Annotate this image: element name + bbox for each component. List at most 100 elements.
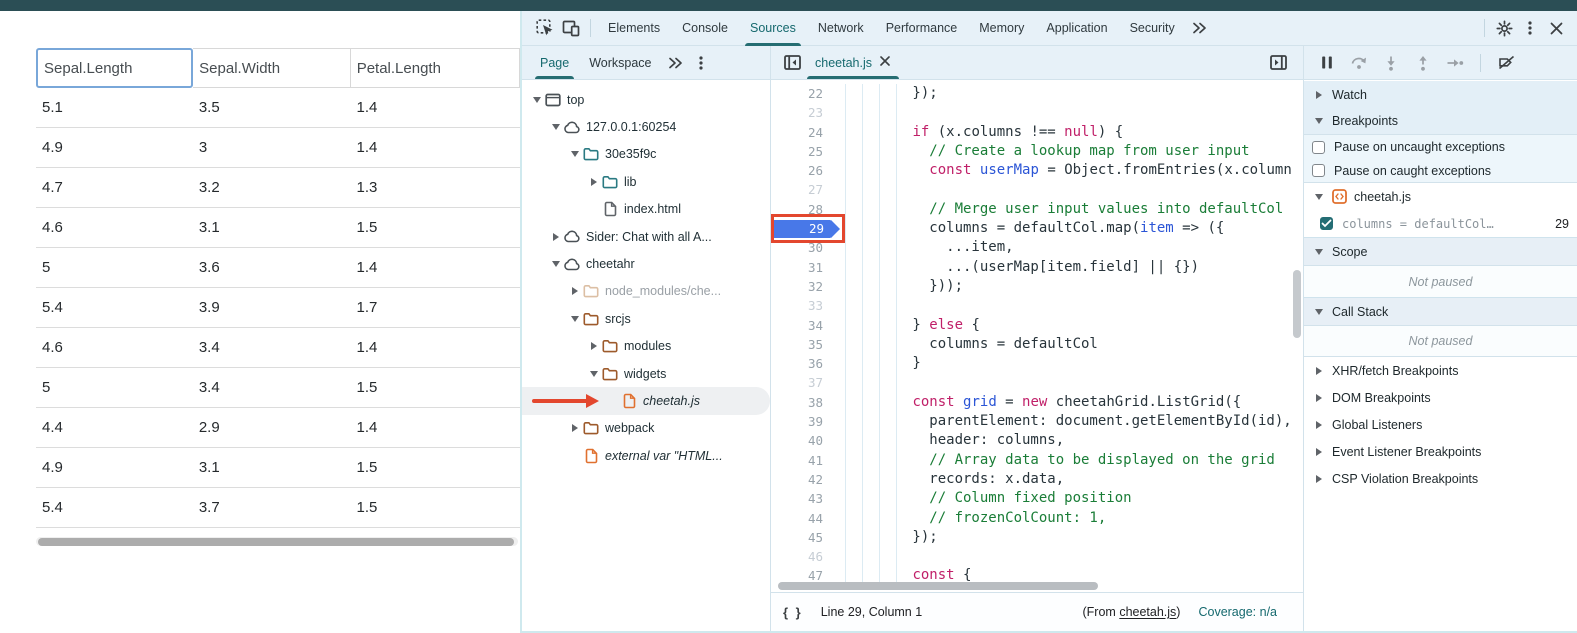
chevron-down-icon[interactable] bbox=[568, 316, 581, 322]
table-cell[interactable]: 5 bbox=[36, 368, 193, 408]
more-nav-tabs-icon[interactable] bbox=[662, 50, 688, 76]
tab-memory[interactable]: Memory bbox=[968, 11, 1035, 46]
chevron-down-icon[interactable] bbox=[549, 261, 562, 267]
table-cell[interactable]: 3.4 bbox=[193, 328, 351, 368]
chevron-down-icon[interactable] bbox=[549, 124, 562, 130]
checkbox[interactable] bbox=[1320, 217, 1333, 230]
chevron-right-icon[interactable] bbox=[549, 233, 562, 241]
tab-elements[interactable]: Elements bbox=[597, 11, 671, 46]
checkbox[interactable] bbox=[1312, 141, 1325, 154]
table-cell[interactable]: 1.5 bbox=[351, 208, 520, 248]
table-cell[interactable]: 1.4 bbox=[351, 128, 520, 168]
close-devtools-icon[interactable] bbox=[1543, 15, 1569, 41]
navigator-menu-icon[interactable] bbox=[688, 50, 714, 76]
code-line[interactable]: if (x.columns !== null) { bbox=[771, 123, 1303, 142]
chevron-down-icon[interactable] bbox=[1312, 194, 1325, 200]
table-cell[interactable]: 1.5 bbox=[351, 448, 520, 488]
file-tab-cheetah-js[interactable]: cheetah.js bbox=[805, 46, 901, 79]
tree-item-node-modules-che[interactable]: node_modules/che... bbox=[522, 278, 770, 305]
code-line[interactable]: }); bbox=[771, 528, 1303, 547]
chevron-right-icon[interactable] bbox=[568, 424, 581, 432]
code-line[interactable] bbox=[771, 180, 1303, 199]
nav-tab-workspace[interactable]: Workspace bbox=[579, 46, 661, 79]
sidebar-section-watch[interactable]: Watch bbox=[1304, 81, 1577, 108]
show-debugger-sidebar-icon[interactable] bbox=[1265, 50, 1291, 76]
table-cell[interactable]: 3.2 bbox=[193, 168, 351, 208]
code-line[interactable]: const userMap = Object.fromEntries(x.col… bbox=[771, 161, 1303, 180]
more-options-icon[interactable] bbox=[1517, 15, 1543, 41]
code-line[interactable]: })); bbox=[771, 277, 1303, 296]
table-cell[interactable]: 1.7 bbox=[351, 288, 520, 328]
code-line[interactable]: } else { bbox=[771, 316, 1303, 335]
editor-vertical-scrollbar-thumb[interactable] bbox=[1293, 270, 1301, 338]
code-line[interactable] bbox=[771, 547, 1303, 566]
table-cell[interactable]: 3 bbox=[193, 128, 351, 168]
tree-item-srcjs[interactable]: srcjs bbox=[522, 305, 770, 332]
checkbox[interactable] bbox=[1312, 164, 1325, 177]
code-editor[interactable]: 2223242526272829303132333435363738394041… bbox=[771, 81, 1303, 592]
breakpoint-file-cheetah-js[interactable]: cheetah.js bbox=[1304, 183, 1577, 210]
pretty-print-icon[interactable]: { } bbox=[783, 605, 803, 620]
sidebar-section-global-listeners[interactable]: Global Listeners bbox=[1304, 411, 1577, 438]
chevron-down-icon[interactable] bbox=[1312, 309, 1325, 315]
column-header-sepal-length[interactable]: Sepal.Length bbox=[36, 48, 193, 88]
table-cell[interactable]: 5 bbox=[36, 248, 193, 288]
tree-item-lib[interactable]: lib bbox=[522, 168, 770, 195]
table-cell[interactable]: 4.9 bbox=[36, 128, 193, 168]
page-horizontal-scrollbar-thumb[interactable] bbox=[38, 538, 514, 546]
table-cell[interactable]: 1.5 bbox=[351, 488, 520, 528]
editor-horizontal-scrollbar-thumb[interactable] bbox=[778, 582, 1098, 590]
table-cell[interactable]: 1.5 bbox=[351, 368, 520, 408]
coverage-link[interactable]: Coverage: n/a bbox=[1198, 605, 1277, 619]
code-line[interactable]: const grid = new cheetahGrid.ListGrid({ bbox=[771, 393, 1303, 412]
table-cell[interactable]: 3.7 bbox=[193, 488, 351, 528]
code-line[interactable] bbox=[771, 373, 1303, 392]
chevron-right-icon[interactable] bbox=[1312, 475, 1325, 483]
source-origin-link[interactable]: cheetah.js bbox=[1119, 605, 1176, 619]
sidebar-section-call-stack[interactable]: Call Stack bbox=[1304, 297, 1577, 326]
chevron-right-icon[interactable] bbox=[568, 287, 581, 295]
code-line[interactable]: header: columns, bbox=[771, 431, 1303, 450]
step-over-icon[interactable] bbox=[1346, 50, 1372, 76]
tree-item-webpack[interactable]: webpack bbox=[522, 415, 770, 442]
table-cell[interactable]: 1.4 bbox=[351, 248, 520, 288]
page-horizontal-scrollbar[interactable] bbox=[36, 537, 518, 546]
code-line[interactable]: // Create a lookup map from user input bbox=[771, 142, 1303, 161]
table-cell[interactable]: 3.1 bbox=[193, 208, 351, 248]
settings-gear-icon[interactable] bbox=[1491, 15, 1517, 41]
tree-item-sider-chat-with-all-a[interactable]: Sider: Chat with all A... bbox=[522, 223, 770, 250]
tree-item-modules[interactable]: modules bbox=[522, 333, 770, 360]
sidebar-section-xhr-fetch-breakpoints[interactable]: XHR/fetch Breakpoints bbox=[1304, 357, 1577, 384]
code-line[interactable]: ...item, bbox=[771, 238, 1303, 257]
tree-item-index-html[interactable]: index.html bbox=[522, 196, 770, 223]
deactivate-breakpoints-icon[interactable] bbox=[1493, 50, 1519, 76]
tree-item-127-0-0-1-60254[interactable]: 127.0.0.1:60254 bbox=[522, 113, 770, 140]
sidebar-section-scope[interactable]: Scope bbox=[1304, 237, 1577, 266]
close-tab-icon[interactable] bbox=[879, 55, 891, 70]
tree-item-cheetahr[interactable]: cheetahr bbox=[522, 250, 770, 277]
code-line[interactable]: ...(userMap[item.field] || {}) bbox=[771, 258, 1303, 277]
tree-item-widgets[interactable]: widgets bbox=[522, 360, 770, 387]
table-cell[interactable]: 3.9 bbox=[193, 288, 351, 328]
code-line[interactable]: } bbox=[771, 354, 1303, 373]
chevron-right-icon[interactable] bbox=[587, 342, 600, 350]
tab-console[interactable]: Console bbox=[671, 11, 739, 46]
tab-security[interactable]: Security bbox=[1119, 11, 1186, 46]
sidebar-section-breakpoints[interactable]: Breakpoints bbox=[1304, 108, 1577, 135]
sidebar-section-dom-breakpoints[interactable]: DOM Breakpoints bbox=[1304, 384, 1577, 411]
chevron-right-icon[interactable] bbox=[1312, 91, 1325, 99]
table-cell[interactable]: 1.4 bbox=[351, 328, 520, 368]
table-cell[interactable]: 2.9 bbox=[193, 408, 351, 448]
code-line[interactable] bbox=[771, 103, 1303, 122]
more-tabs-icon[interactable] bbox=[1186, 15, 1212, 41]
chevron-down-icon[interactable] bbox=[568, 151, 581, 157]
table-cell[interactable]: 5.4 bbox=[36, 288, 193, 328]
table-cell[interactable]: 4.6 bbox=[36, 328, 193, 368]
code-line[interactable]: columns = defaultCol bbox=[771, 335, 1303, 354]
table-cell[interactable]: 4.6 bbox=[36, 208, 193, 248]
code-line[interactable]: records: x.data, bbox=[771, 470, 1303, 489]
device-toolbar-icon[interactable] bbox=[558, 15, 584, 41]
chevron-right-icon[interactable] bbox=[1312, 367, 1325, 375]
step-into-icon[interactable] bbox=[1378, 50, 1404, 76]
table-cell[interactable]: 1.3 bbox=[351, 168, 520, 208]
